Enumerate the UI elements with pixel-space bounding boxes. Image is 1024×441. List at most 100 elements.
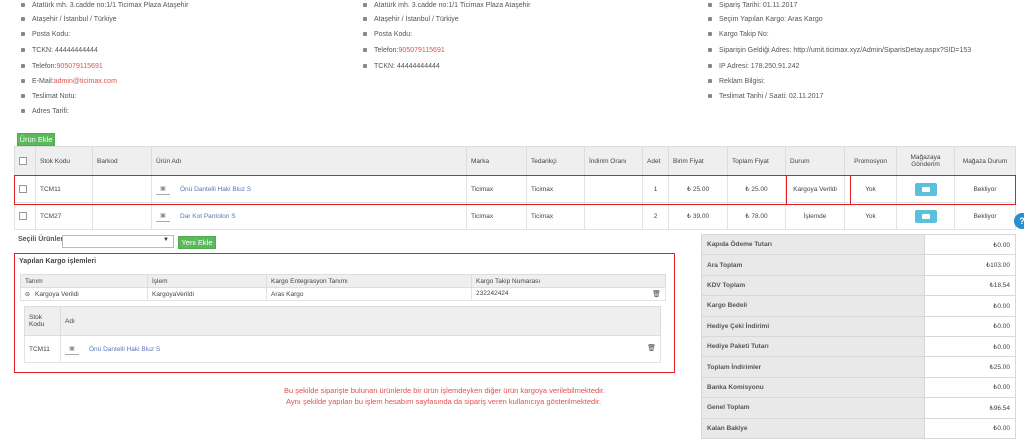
cargo-table: Tanım İşlem Kargo Entegrasyon Tanımı Kar… bbox=[20, 274, 666, 301]
summary-row: Kargo Bedeli ₺0.00 bbox=[701, 295, 1016, 317]
info-row: Teslimat Tarihi / Saati: 02.11.2017 bbox=[708, 90, 823, 102]
info-text: Posta Kodu: bbox=[374, 30, 413, 38]
info-row: Ataşehir / İstanbul / Türkiye bbox=[363, 13, 459, 25]
col-header[interactable]: İndirim Oranı bbox=[584, 146, 643, 176]
unit-price: ₺ 25.00 bbox=[668, 175, 728, 203]
new-add-button[interactable]: Yeni Ekle bbox=[178, 236, 216, 249]
row-select-cell bbox=[14, 175, 36, 203]
col-header: Kargo Takip Numarası bbox=[471, 274, 666, 288]
cargo-operations-panel: Yapılan Kargo işlemleri Tanım İşlem Karg… bbox=[14, 253, 675, 373]
trash-icon[interactable]: 🗑 bbox=[647, 344, 656, 352]
row-checkbox[interactable] bbox=[19, 212, 27, 220]
col-header[interactable]: Promosyon bbox=[844, 146, 897, 176]
col-header[interactable]: Toplam Fiyat bbox=[727, 146, 786, 176]
selected-products-dropdown[interactable]: ▼ bbox=[62, 235, 174, 248]
info-text: Atatürk mh. 3.cadde no:1/1 Ticimax Plaza… bbox=[32, 1, 189, 9]
summary-value: ₺96.54 bbox=[924, 397, 1016, 419]
info-row: Atatürk mh. 3.cadde no:1/1 Ticimax Plaza… bbox=[363, 0, 530, 11]
info-row: Ataşehir / İstanbul / Türkiye bbox=[21, 13, 117, 25]
summary-label: Genel Toplam bbox=[701, 397, 925, 419]
info-row: Seçim Yapılan Kargo: Aras Kargo bbox=[708, 13, 823, 25]
summary-label: Banka Komisyonu bbox=[701, 376, 925, 399]
stock-code: TCM11 bbox=[35, 175, 93, 203]
col-header[interactable]: Durum bbox=[785, 146, 845, 176]
bullet-icon bbox=[363, 64, 367, 68]
discount bbox=[584, 175, 643, 203]
row-select-cell bbox=[14, 202, 36, 230]
col-header[interactable]: Tedarikçi bbox=[526, 146, 585, 176]
folder-icon[interactable] bbox=[914, 182, 937, 196]
quantity: 1 bbox=[642, 175, 669, 203]
status: Kargoya Verildi bbox=[785, 175, 845, 203]
summary-row: Ara Toplam ₺103.00 bbox=[701, 254, 1016, 276]
summary-label: Toplam İndirimler bbox=[701, 356, 925, 378]
info-row: Posta Kodu: bbox=[363, 28, 412, 40]
col-header: Stok Kodu bbox=[24, 306, 61, 336]
supplier: Ticimax bbox=[526, 175, 585, 203]
store-status: Bekliyor bbox=[954, 202, 1016, 230]
info-label: Telefon: bbox=[32, 62, 57, 70]
product-name-link[interactable]: Dar Kot Pantolon S bbox=[180, 213, 236, 220]
col-header[interactable]: Stok Kodu bbox=[35, 146, 93, 176]
table-row: TCM11 ▣ Önü Dantelli Haki Bluz S Ticimax … bbox=[14, 175, 1016, 203]
brand: Ticimax bbox=[466, 202, 527, 230]
product-name-link[interactable]: Önü Dantelli Haki Bluz S bbox=[89, 346, 160, 353]
info-text: Siparişin Geldiği Adres: http://umit.tic… bbox=[719, 46, 972, 54]
info-row: TCKN: 44444444444 bbox=[363, 60, 440, 72]
annotation-note: Bu şekilde siparişte bulunan ürünlerde b… bbox=[284, 385, 624, 407]
col-header[interactable]: Adet bbox=[642, 146, 669, 176]
col-header: İşlem bbox=[147, 274, 267, 288]
info-row: Posta Kodu: bbox=[21, 28, 70, 40]
cargo-items-table: Stok Kodu Adı TCM11 ▣ Önü Dantelli Haki B… bbox=[24, 306, 661, 363]
table-header-row: Stok Kodu Barkod Ürün Adı Marka Tedarikç… bbox=[14, 146, 1016, 176]
info-row: Adres Tarifi: bbox=[21, 105, 69, 117]
info-label: E-Mail: bbox=[32, 77, 54, 85]
summary-label: KDV Toplam bbox=[701, 274, 925, 297]
trash-icon[interactable]: 🗑 bbox=[652, 290, 661, 298]
info-label: Telefon: bbox=[374, 46, 399, 54]
summary-value: ₺0.00 bbox=[924, 315, 1016, 337]
cargo-islem: KargoyaVerildi bbox=[147, 287, 267, 301]
total-price: ₺ 25.00 bbox=[727, 175, 786, 203]
folder-icon[interactable] bbox=[914, 209, 937, 223]
supplier: Ticimax bbox=[526, 202, 585, 230]
info-text: TCKN: 44444444444 bbox=[374, 62, 440, 70]
select-all-checkbox[interactable] bbox=[19, 157, 27, 165]
col-header: Tanım bbox=[20, 274, 148, 288]
col-header[interactable]: Mağaza Durum bbox=[954, 146, 1016, 176]
add-product-button[interactable]: Ürün Ekle bbox=[17, 133, 55, 146]
summary-label: Ara Toplam bbox=[701, 254, 925, 276]
info-row: Sipariş Tarihi: 01.11.2017 bbox=[708, 0, 797, 11]
summary-label: Hediye Çeki İndirimi bbox=[701, 315, 925, 337]
product-image-icon[interactable]: ▣ bbox=[156, 211, 170, 222]
summary-value: ₺18.54 bbox=[924, 274, 1016, 297]
cargo-integration: Aras Kargo bbox=[266, 287, 472, 301]
product-image-icon[interactable]: ▣ bbox=[156, 184, 170, 195]
col-header[interactable]: Ürün Adı bbox=[151, 146, 467, 176]
col-header[interactable]: Marka bbox=[466, 146, 527, 176]
help-icon[interactable]: ? bbox=[1014, 213, 1024, 229]
summary-row: Toplam İndirimler ₺25.00 bbox=[701, 356, 1016, 378]
product-image-icon[interactable]: ▣ bbox=[65, 344, 79, 355]
summary-value: ₺103.00 bbox=[924, 254, 1016, 276]
summary-row: Hediye Paketi Tutarı ₺0.00 bbox=[701, 335, 1016, 358]
bullet-icon bbox=[21, 17, 25, 21]
col-header[interactable]: Birim Fiyat bbox=[668, 146, 728, 176]
email-link[interactable]: admin@ticimax.com bbox=[54, 78, 117, 85]
info-row: Reklam Bilgisi: bbox=[708, 75, 765, 87]
col-header: Adı bbox=[60, 306, 661, 336]
row-checkbox[interactable] bbox=[19, 185, 27, 193]
product-name-link[interactable]: Önü Dantelli Haki Bluz S bbox=[180, 186, 251, 193]
col-header[interactable]: Mağazaya Gönderim bbox=[896, 146, 955, 176]
bullet-icon bbox=[363, 3, 367, 7]
expand-toggle-icon[interactable]: ⊖ bbox=[25, 292, 30, 298]
col-header[interactable]: Barkod bbox=[92, 146, 152, 176]
cargo-tanim: Kargoya Verildi bbox=[35, 290, 79, 298]
bullet-icon bbox=[708, 64, 712, 68]
phone-value: 905079115691 bbox=[56, 62, 103, 70]
info-text: Posta Kodu: bbox=[32, 30, 71, 38]
unit-price: ₺ 39.00 bbox=[668, 202, 728, 230]
table-row: TCM11 ▣ Önü Dantelli Haki Bluz S 🗑 bbox=[24, 335, 661, 363]
select-all-cell bbox=[14, 146, 36, 176]
summary-row: Banka Komisyonu ₺0.00 bbox=[701, 376, 1016, 399]
